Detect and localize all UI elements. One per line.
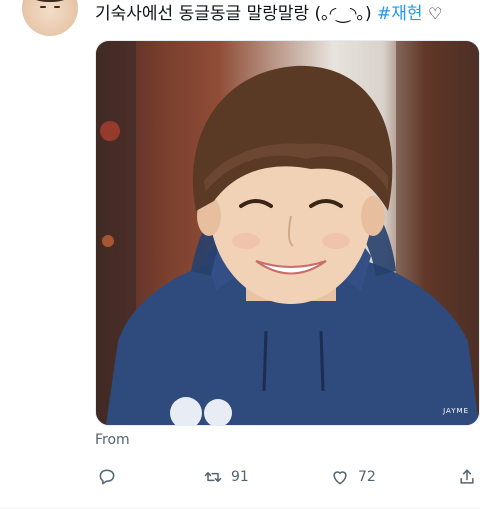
- retweet-icon: [204, 472, 222, 482]
- source-label[interactable]: From: [95, 432, 130, 448]
- like-button[interactable]: 72: [330, 460, 376, 494]
- photo-watermark: JAYME: [443, 407, 469, 415]
- retweet-button[interactable]: 91: [203, 460, 249, 494]
- photo-illustration: [96, 41, 479, 425]
- tweet-photo[interactable]: JAYME: [95, 40, 480, 426]
- avatar-hair: [26, 0, 74, 2]
- retweet-count: 91: [231, 469, 249, 485]
- share-button[interactable]: [457, 460, 480, 494]
- avatar-eye: [40, 6, 46, 8]
- share-icon: [460, 469, 474, 484]
- hashtag-link[interactable]: #재현: [377, 4, 423, 24]
- heart-emoji: ♡: [427, 4, 443, 23]
- tweet-body: 기숙사에선 동글동글 말랑말랑 (｡◜‿◝｡): [95, 4, 372, 24]
- like-count: 72: [358, 469, 376, 485]
- reply-icon: [99, 469, 115, 485]
- avatar-eye: [54, 6, 60, 8]
- tweet-text: 기숙사에선 동글동글 말랑말랑 (｡◜‿◝｡) #재현 ♡: [95, 4, 442, 24]
- reply-button[interactable]: [97, 460, 125, 494]
- heart-icon: [333, 471, 347, 485]
- avatar[interactable]: [22, 0, 78, 36]
- tweet-actions: 91 72: [95, 460, 480, 494]
